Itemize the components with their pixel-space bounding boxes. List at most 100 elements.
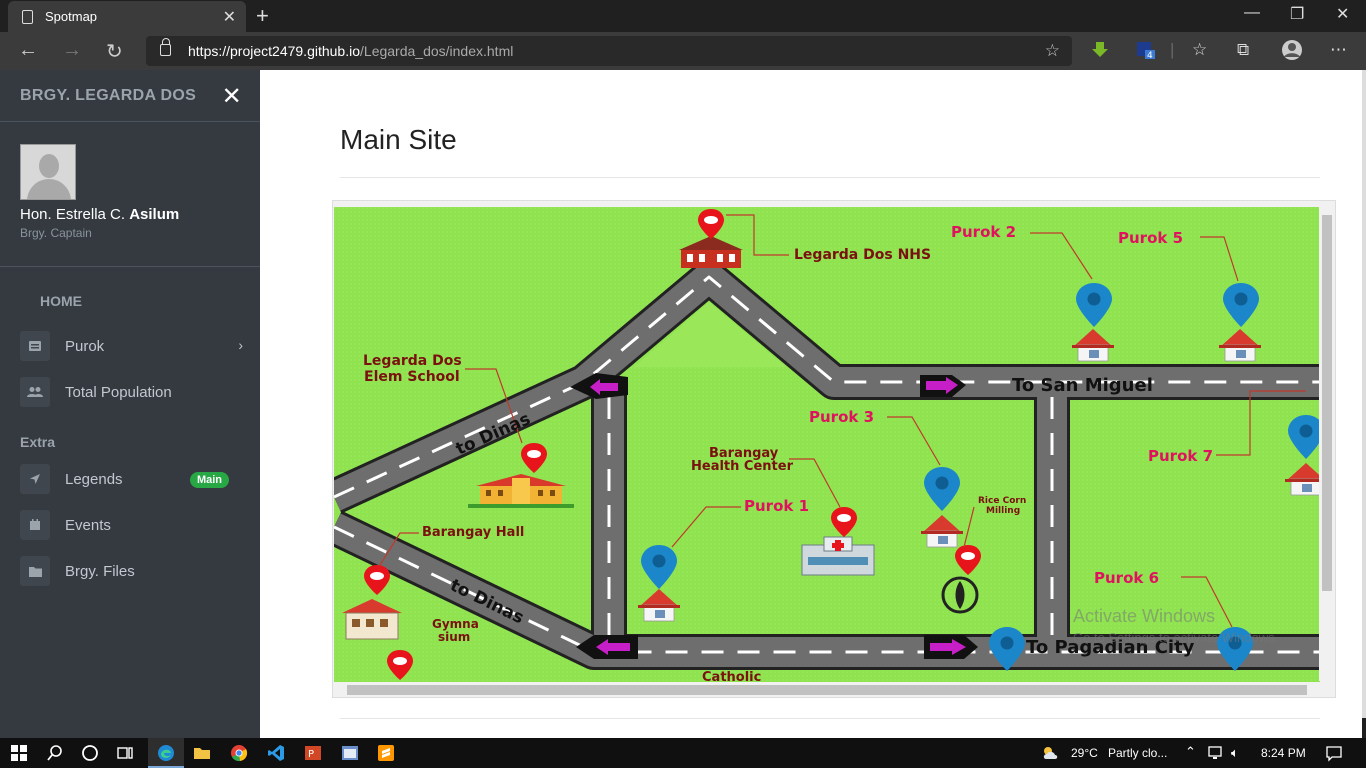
home-icon <box>20 331 50 361</box>
back-icon[interactable]: ← <box>18 39 38 62</box>
main-content: Main Site Legarda Dos NHS Purok 2 Purok … <box>260 70 1362 738</box>
extension-badge: 4 <box>1147 51 1153 60</box>
label-gym-line1: Gymna <box>432 617 479 631</box>
windows-start-icon[interactable] <box>10 744 28 762</box>
notifications-icon[interactable] <box>1325 744 1343 762</box>
map-vertical-scrollbar[interactable] <box>1319 201 1334 681</box>
sidebar-item-legends[interactable]: Legends Main <box>20 464 245 494</box>
search-icon[interactable] <box>46 744 64 762</box>
label-purok-2: Purok 2 <box>951 223 1016 241</box>
browser-tab[interactable]: Spotmap ✕ <box>8 1 246 32</box>
nav-header-extra: Extra <box>20 434 56 450</box>
powerpoint-icon[interactable]: P <box>304 744 322 762</box>
label-purok-6: Purok 6 <box>1094 569 1159 587</box>
page-icon <box>22 9 33 24</box>
address-bar[interactable]: https://project2479.github.io/Legarda_do… <box>146 36 1072 66</box>
label-purok-3: Purok 3 <box>809 408 874 426</box>
url-path: /Legarda_dos/index.html <box>360 43 514 59</box>
sidebar-item-purok[interactable]: Purok › <box>20 331 245 361</box>
brand-title: BRGY. LEGARDA DOS <box>20 86 197 104</box>
sidebar-item-label: Purok <box>65 337 105 355</box>
download-extension-icon[interactable] <box>1090 40 1110 60</box>
label-barangay-hall: Barangay Hall <box>422 525 524 540</box>
url-host: https://project2479.github.io <box>188 43 361 59</box>
window-close-icon[interactable]: ✕ <box>1336 4 1349 24</box>
sidebar: BRGY. LEGARDA DOS ✕ Hon. Estrella C. Asi… <box>0 70 260 738</box>
browser-toolbar: ← → ↻ https://project2479.github.io/Lega… <box>0 32 1366 70</box>
folder-icon <box>20 556 50 586</box>
network-icon[interactable] <box>1207 744 1225 762</box>
divider <box>340 718 1320 719</box>
file-explorer-icon[interactable] <box>193 744 211 762</box>
scroll-thumb[interactable] <box>347 685 1307 695</box>
label-purok-7: Purok 7 <box>1148 447 1213 465</box>
activate-windows-subtitle: Go to Settings to activate Windows. <box>1073 630 1279 645</box>
label-rice-line1: Rice Corn <box>978 496 1026 506</box>
cortana-icon[interactable] <box>81 744 99 762</box>
user-panel: Hon. Estrella C. Asilum Brgy. Captain <box>0 122 260 267</box>
forward-icon[interactable]: → <box>62 39 82 62</box>
collections-icon[interactable]: ⧉ <box>1237 40 1249 60</box>
lock-icon <box>160 38 171 56</box>
favorite-add-icon[interactable]: ☆ <box>1045 41 1060 61</box>
label-gym-line2: sium <box>438 630 470 644</box>
new-tab-icon[interactable]: + <box>256 3 269 29</box>
nav-header-home: HOME <box>40 293 82 309</box>
edge-icon[interactable] <box>157 744 175 762</box>
user-name[interactable]: Hon. Estrella C. Asilum <box>20 206 260 223</box>
sidebar-item-total-population[interactable]: Total Population <box>20 377 245 407</box>
avatar <box>20 144 76 200</box>
extension-icon[interactable]: 4 <box>1136 40 1156 60</box>
close-tab-icon[interactable]: ✕ <box>223 7 236 27</box>
location-arrow-icon <box>20 464 50 494</box>
toolbar-divider: | <box>1170 40 1175 59</box>
label-purok-1: Purok 1 <box>744 497 809 515</box>
label-rice-line2: Milling <box>986 506 1020 516</box>
sidebar-item-label: Total Population <box>65 383 172 401</box>
user-name-last: Asilum <box>129 206 180 223</box>
map-horizontal-scrollbar[interactable] <box>333 682 1321 697</box>
clock-time[interactable]: 8:24 PM <box>1261 746 1306 760</box>
sidebar-item-label: Events <box>65 516 111 534</box>
weather-icon[interactable] <box>1040 744 1062 762</box>
browser-tabbar: Spotmap ✕ + — ❐ ✕ <box>0 0 1366 32</box>
label-to-san-miguel: To San Miguel <box>1012 375 1153 396</box>
sidebar-item-brgy-files[interactable]: Brgy. Files <box>20 556 245 586</box>
divider <box>340 177 1320 178</box>
tab-title: Spotmap <box>45 9 98 24</box>
restore-icon[interactable]: ❐ <box>1290 4 1304 24</box>
label-purok-5: Purok 5 <box>1118 229 1183 247</box>
sidebar-item-label: Legends <box>65 470 123 488</box>
profile-icon[interactable] <box>1281 39 1303 61</box>
sublime-icon[interactable] <box>377 744 395 762</box>
sidebar-item-events[interactable]: Events <box>20 510 245 540</box>
app-window-icon[interactable] <box>341 744 359 762</box>
task-view-icon[interactable] <box>116 744 134 762</box>
close-sidebar-icon[interactable]: ✕ <box>222 82 242 111</box>
favorites-icon[interactable]: ☆ <box>1192 40 1207 60</box>
weather-desc: Partly clo... <box>1108 746 1168 760</box>
user-name-first: Hon. Estrella C. <box>20 206 126 223</box>
volume-icon[interactable]: 🔈︎ <box>1231 745 1239 761</box>
scroll-thumb[interactable] <box>1322 215 1332 591</box>
brand: BRGY. LEGARDA DOS ✕ <box>0 70 260 122</box>
sidebar-item-label: Brgy. Files <box>65 562 135 580</box>
chrome-icon[interactable] <box>230 744 248 762</box>
vscode-icon[interactable] <box>267 744 285 762</box>
label-elem-line2: Elem School <box>364 369 460 385</box>
page-title: Main Site <box>340 124 457 155</box>
legends-badge: Main <box>189 472 229 488</box>
svg-text:P: P <box>308 749 314 760</box>
weather-temp: 29°C <box>1071 746 1098 760</box>
user-role: Brgy. Captain <box>20 226 92 240</box>
refresh-icon[interactable]: ↻ <box>106 39 123 64</box>
minimize-icon[interactable]: — <box>1244 4 1260 22</box>
chevron-right-icon: › <box>238 337 243 353</box>
users-icon <box>20 377 50 407</box>
windows-taskbar: P 29°C Partly clo... ⌃ 🔈︎ 8:24 PM <box>0 738 1366 768</box>
more-menu-icon[interactable]: ⋯ <box>1330 40 1347 60</box>
label-nhs: Legarda Dos NHS <box>794 247 931 263</box>
page-scrollbar[interactable] <box>1362 70 1366 718</box>
label-elem-line1: Legarda Dos <box>363 353 462 369</box>
tray-chevron-up-icon[interactable]: ⌃ <box>1185 744 1196 760</box>
